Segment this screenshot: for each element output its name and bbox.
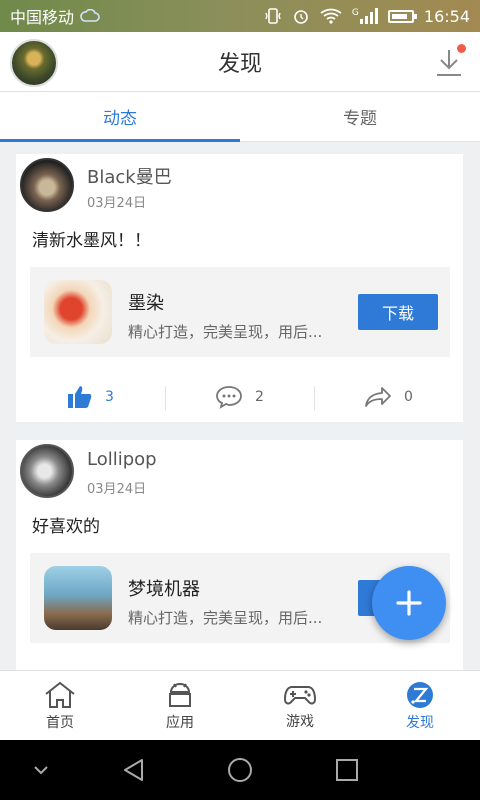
notification-dot: [457, 44, 466, 53]
download-button[interactable]: 下载: [358, 294, 438, 330]
page-title: 发现: [217, 51, 262, 77]
network-type: G: [351, 8, 359, 18]
share-icon: [365, 387, 391, 407]
gamepad-icon: [283, 685, 317, 704]
post-date: 03月24日: [87, 482, 147, 497]
app-description: 精心打造，完美呈现，用后...: [128, 323, 323, 341]
home-circle-icon[interactable]: [226, 756, 254, 784]
thumbs-up-icon: [68, 386, 92, 408]
carrier-label: 中国移动: [10, 8, 75, 27]
android-icon: [169, 682, 191, 707]
app-card[interactable]: 墨染 精心打造，完美呈现，用后... 下载: [30, 267, 450, 357]
post-username[interactable]: Black曼巴: [87, 163, 172, 189]
plus-icon: [396, 590, 422, 616]
nav-apps-label: 应用: [166, 714, 194, 731]
home-icon: [45, 681, 75, 708]
add-post-button[interactable]: [372, 566, 446, 640]
tab-topics[interactable]: 专题: [240, 92, 480, 141]
post-author-avatar[interactable]: [20, 444, 74, 498]
post-date: 03月24日: [87, 196, 147, 211]
comment-button[interactable]: 2: [165, 372, 314, 422]
nav-games[interactable]: 游戏: [240, 671, 360, 740]
like-button[interactable]: 3: [16, 372, 165, 422]
user-avatar[interactable]: [10, 39, 58, 87]
post-username[interactable]: Lollipop: [87, 449, 157, 470]
clock: 16:54: [423, 6, 470, 26]
like-count: 3: [105, 389, 114, 405]
vibrate-icon: [265, 8, 281, 24]
share-count: 0: [404, 389, 413, 405]
post-author-avatar[interactable]: [20, 158, 74, 212]
tab-bar: 动态 专题: [0, 92, 480, 142]
comment-icon: [216, 386, 242, 409]
nav-apps[interactable]: 应用: [120, 671, 240, 740]
wifi-icon: [320, 8, 342, 24]
comment-count: 2: [255, 389, 264, 405]
nav-discover[interactable]: 发现: [360, 671, 480, 740]
app-header: 发现: [0, 32, 480, 92]
app-icon: [44, 280, 112, 344]
post-text: 好喜欢的: [32, 517, 100, 537]
share-button[interactable]: 0: [314, 372, 463, 422]
nav-home-label: 首页: [46, 714, 74, 731]
app-description: 精心打造，完美呈现，用后...: [128, 609, 323, 627]
alarm-icon: [294, 10, 308, 24]
nav-home[interactable]: 首页: [0, 671, 120, 740]
post-actions: 3 2 0: [16, 372, 463, 422]
post-text: 清新水墨风！！: [32, 231, 151, 251]
status-bar: 中国移动 G 16:54: [0, 0, 480, 32]
tab-dynamic[interactable]: 动态: [0, 92, 240, 142]
app-name: 梦境机器: [128, 579, 200, 600]
app-icon: [44, 566, 112, 630]
cloud-icon: [80, 9, 100, 22]
discover-icon: [407, 681, 433, 708]
signal-icon: [359, 8, 378, 24]
bottom-nav: 首页 应用 游戏 发现: [0, 670, 480, 740]
nav-games-label: 游戏: [286, 713, 314, 730]
nav-discover-label: 发现: [406, 714, 434, 731]
battery-icon: [387, 9, 417, 23]
recents-icon[interactable]: [334, 756, 360, 784]
post-card: Black曼巴 03月24日 清新水墨风！！ 墨染 精心打造，完美呈现，用后..…: [16, 154, 463, 422]
back-icon[interactable]: [120, 756, 148, 784]
system-nav-bar: [0, 740, 480, 800]
chevron-down-icon[interactable]: [32, 756, 50, 784]
app-name: 墨染: [128, 293, 164, 314]
